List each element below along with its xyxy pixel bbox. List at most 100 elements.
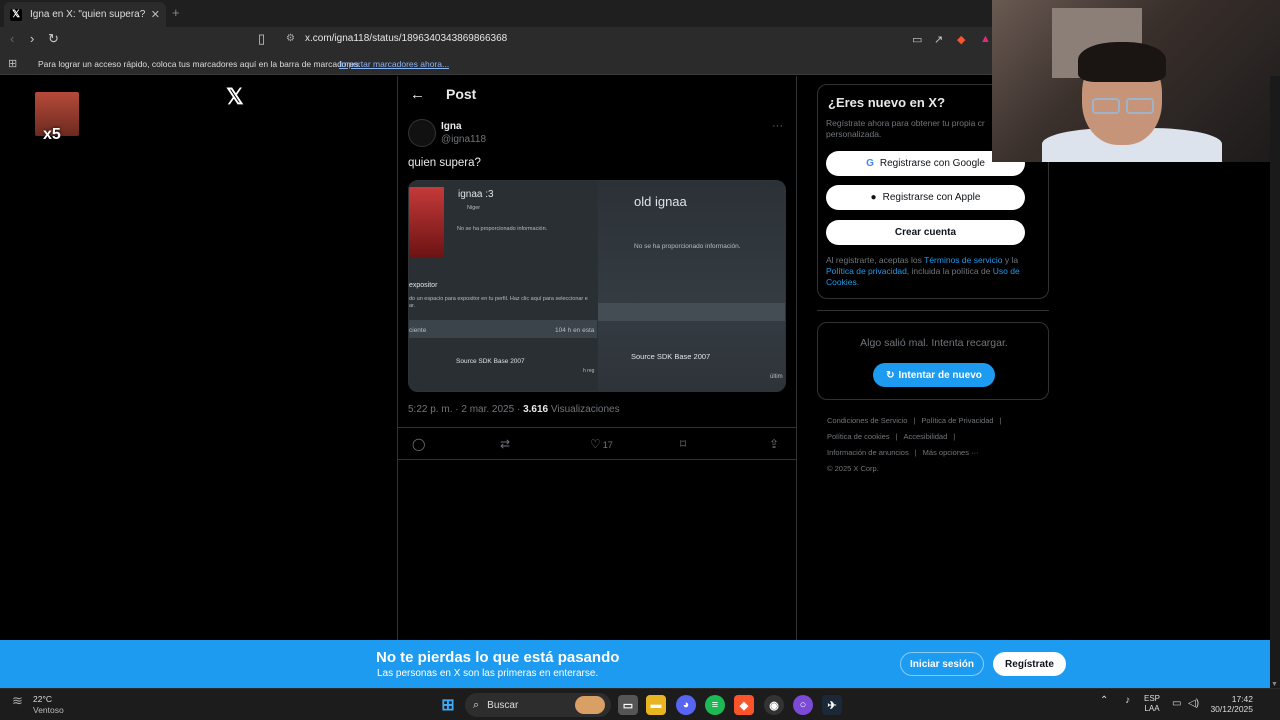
media-image-left[interactable]: ignaa :3 Niger No se ha proporcionado in…	[409, 181, 597, 391]
windows-start-icon[interactable]: ⊞	[438, 695, 458, 715]
post-header-title: Post	[446, 86, 477, 102]
login-button[interactable]: Iniciar sesión	[900, 652, 984, 676]
footer-accessibility-link[interactable]: Accesibilidad	[904, 432, 948, 441]
obs-icon[interactable]: ◉	[764, 695, 784, 715]
tray-overflow-icon[interactable]: ⌃	[1100, 695, 1108, 706]
weather-condition: Ventoso	[33, 705, 64, 715]
webcam-overlay	[992, 0, 1280, 162]
import-bookmarks-link[interactable]: Importar marcadores ahora...	[339, 59, 449, 69]
repost-icon[interactable]: ⇄	[500, 437, 510, 451]
steam-section-desc2: ar.	[409, 303, 416, 309]
post-column: ← Post Igna @igna118 ··· quien supera? i…	[397, 76, 797, 640]
retry-button[interactable]: ↻ Intentar de nuevo	[873, 363, 995, 387]
register-button[interactable]: Regístrate	[993, 652, 1066, 676]
webcam-glasses-left	[1092, 98, 1120, 114]
steam-icon[interactable]: ✈	[822, 695, 842, 715]
share-icon[interactable]: ↗	[934, 33, 943, 46]
back-arrow-icon[interactable]: ‹	[10, 31, 14, 46]
lang-top: ESP	[1144, 694, 1161, 703]
x-favicon-icon: 𝕏	[10, 8, 22, 21]
url-field[interactable]: x.com/igna118/status/1896340343869866368	[305, 33, 507, 44]
clock-time: 17:42	[1231, 694, 1253, 704]
reload-icon[interactable]: ↻	[48, 31, 59, 47]
sticker-label: x5	[43, 126, 61, 143]
divider	[817, 310, 1049, 311]
like-count: 17	[602, 440, 613, 450]
reply-icon[interactable]: ◯	[412, 437, 425, 451]
back-arrow-icon[interactable]: ←	[410, 86, 425, 103]
privacy-link[interactable]: Política de privacidad	[826, 266, 907, 276]
forward-arrow-icon[interactable]: ›	[30, 31, 34, 46]
site-info-icon[interactable]: ⚙	[286, 33, 295, 44]
old-profile-info: No se ha proporcionado información.	[634, 243, 741, 250]
steam-game: Source SDK Base 2007	[456, 358, 525, 365]
page-scrollbar[interactable]: ▼	[1270, 76, 1280, 688]
terms-link[interactable]: Términos de servicio	[924, 255, 1002, 265]
weather-temp: 22°C	[33, 694, 52, 704]
apps-grid-icon[interactable]: ⊞	[8, 57, 17, 70]
brave-browser-icon[interactable]: ◆	[734, 695, 754, 715]
new-tab-button[interactable]: +	[172, 5, 180, 20]
clock-date: 30/12/2025	[1210, 704, 1253, 714]
brave-rewards-icon[interactable]: ▲	[980, 33, 991, 45]
steam-section: expositor	[409, 282, 438, 289]
webcam-glasses-right	[1126, 98, 1154, 114]
cast-icon[interactable]: ▭	[912, 33, 922, 46]
like-button[interactable]: ♡ 17	[590, 437, 613, 451]
browser-tab[interactable]: 𝕏 Igna en X: "quien supera? https:... ✕	[4, 2, 166, 27]
legal-and: y la	[1002, 255, 1019, 265]
post-actions: ◯ ⇄ ♡ 17 ⌑ ⇪	[398, 427, 796, 460]
display-name[interactable]: Igna	[441, 121, 462, 132]
heart-icon: ♡	[590, 437, 601, 451]
footer-terms-link[interactable]: Condiciones de Servicio	[827, 416, 907, 425]
file-explorer-icon[interactable]: ▬	[646, 695, 666, 715]
signup-apple-button[interactable]: ● Registrarse con Apple	[826, 185, 1025, 210]
x-logo-icon[interactable]: 𝕏	[226, 84, 244, 110]
share-icon[interactable]: ⇪	[769, 437, 779, 451]
media-image-right[interactable]: old ignaa No se ha proporcionado informa…	[598, 181, 785, 391]
app-icon[interactable]: ○	[793, 695, 813, 715]
bookmark-icon[interactable]: ⌑	[680, 437, 686, 451]
footer-links: Condiciones de Servicio | Política de Priv…	[827, 416, 1002, 473]
task-view-icon[interactable]: ▭	[618, 695, 638, 715]
discord-icon[interactable]: ◕	[676, 695, 696, 715]
steam-flag: Niger	[467, 205, 481, 211]
post-meta: 5:22 p. m. · 2 mar. 2025 · 3.616 Visuali…	[408, 404, 620, 415]
signup-legal: Al registrarte, aceptas los Términos de …	[826, 255, 1041, 288]
tab-close-icon[interactable]: ✕	[151, 8, 160, 21]
taskbar-search-label: Buscar	[487, 699, 519, 711]
volume-icon[interactable]: ◁)	[1188, 698, 1199, 709]
post-text: quien supera?	[408, 157, 481, 169]
sticker-image: x5	[35, 92, 79, 143]
taskbar-search[interactable]: ⌕ Buscar	[465, 693, 611, 717]
user-handle[interactable]: @igna118	[441, 134, 486, 145]
microphone-icon[interactable]: ♪	[1125, 695, 1130, 706]
avatar[interactable]	[408, 119, 436, 147]
webcam-person-hair	[1078, 42, 1166, 82]
footer-ads-link[interactable]: Información de anuncios	[827, 448, 909, 457]
footer-more-link[interactable]: Más opciones ···	[923, 448, 979, 457]
footer-privacy-link[interactable]: Política de Privacidad	[921, 416, 993, 425]
view-count: 3.616	[523, 404, 549, 415]
old-profile-game-sub: últim	[770, 374, 783, 380]
error-card: Algo salió mal. Intenta recargar. ↻ Inte…	[817, 322, 1049, 400]
signup-subtitle: Regístrate ahora para obtener tu propia …	[826, 118, 985, 139]
signup-title: ¿Eres nuevo en X?	[828, 95, 946, 110]
network-icon[interactable]: ▭	[1172, 698, 1181, 709]
more-options-icon[interactable]: ···	[772, 120, 783, 132]
scroll-down-icon[interactable]: ▼	[1271, 681, 1278, 688]
post-timestamp[interactable]: 5:22 p. m. · 2 mar. 2025 ·	[408, 404, 523, 415]
system-clock[interactable]: 17:42 30/12/2025	[1205, 694, 1253, 714]
windows-taskbar: ≋ 22°C Ventoso ⊞ ⌕ Buscar ▭ ▬ ◕ ≡ ◆ ◉ ○ …	[0, 688, 1280, 720]
post-media[interactable]: ignaa :3 Niger No se ha proporcionado in…	[408, 180, 786, 392]
spotify-icon[interactable]: ≡	[705, 695, 725, 715]
brave-shields-icon[interactable]: ◆	[957, 33, 965, 46]
legal-end: .	[856, 277, 860, 287]
create-account-button[interactable]: Crear cuenta	[826, 220, 1025, 245]
bookmark-icon[interactable]: ▯	[258, 31, 265, 47]
old-profile-name: old ignaa	[634, 194, 687, 209]
footer-cookies-link[interactable]: Política de cookies	[827, 432, 890, 441]
error-message: Algo salió mal. Intenta recargar.	[860, 337, 1008, 349]
banner-headline: No te pierdas lo que está pasando	[376, 649, 620, 666]
language-indicator[interactable]: ESP LAA	[1144, 694, 1160, 714]
